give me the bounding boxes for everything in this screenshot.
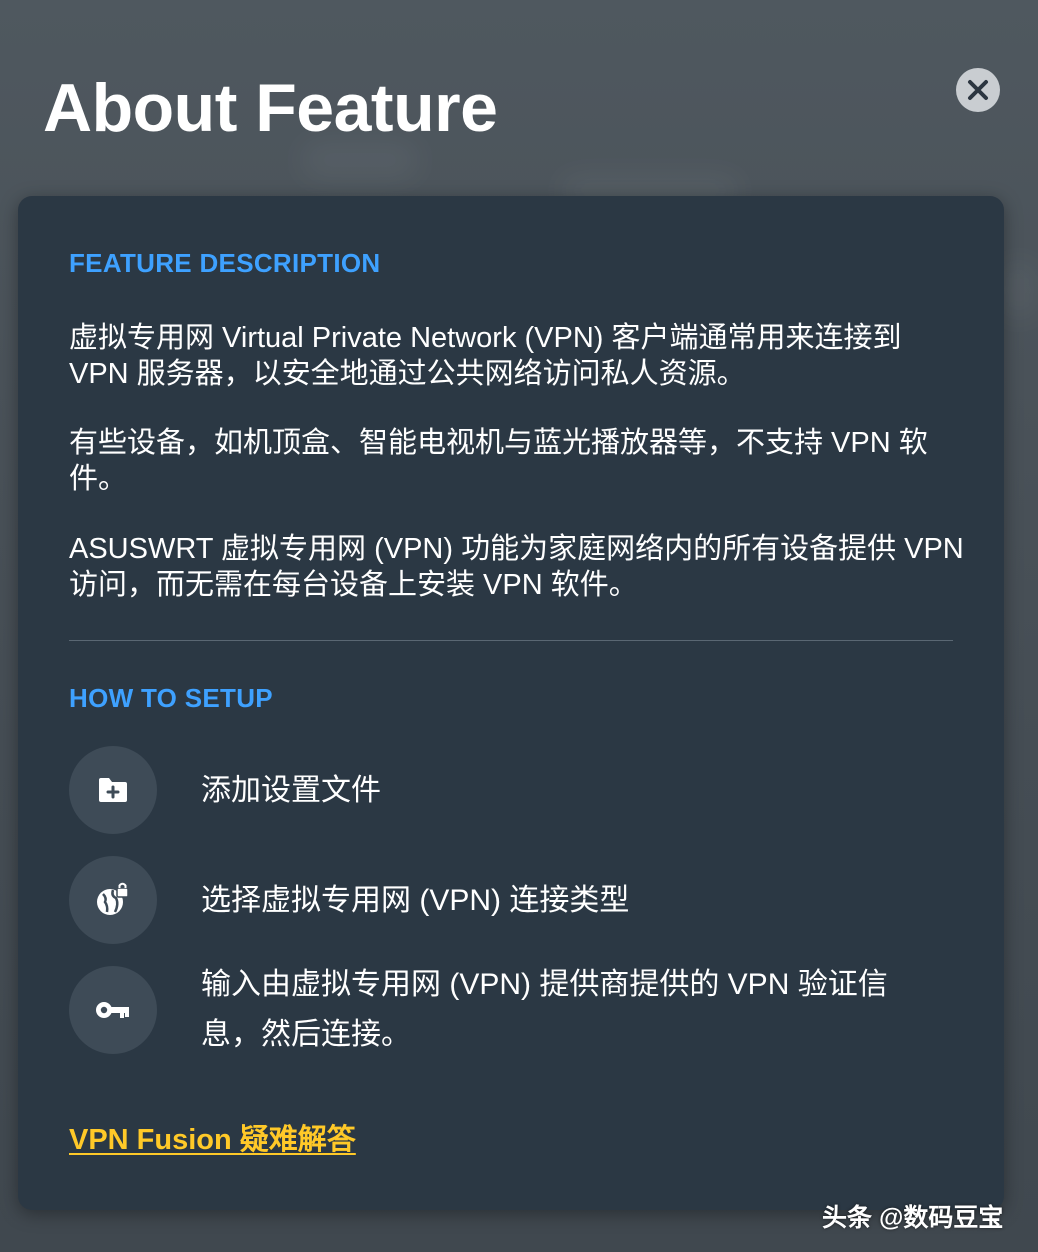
- close-icon: [968, 80, 988, 100]
- globe-lock-icon: [97, 882, 129, 915]
- step-3-icon-circle: [69, 966, 157, 1054]
- about-feature-card: FEATURE DESCRIPTION 虚拟专用网 Virtual Privat…: [18, 196, 1004, 1210]
- background-blur: [1000, 260, 1038, 320]
- description-paragraph-2: 有些设备，如机顶盒、智能电视机与蓝光播放器等，不支持 VPN 软件。: [69, 427, 928, 495]
- step-3-text: 输入由虚拟专用网 (VPN) 提供商提供的 VPN 验证信息，然后连接。: [201, 968, 888, 1051]
- section-divider: [69, 640, 953, 641]
- watermark: 头条 @数码豆宝: [822, 1204, 1004, 1232]
- how-to-setup-heading: HOW TO SETUP: [69, 683, 273, 713]
- close-button[interactable]: [956, 68, 1000, 112]
- step-2-text: 选择虚拟专用网 (VPN) 连接类型: [201, 884, 630, 917]
- step-1-text: 添加设置文件: [201, 774, 381, 807]
- step-2-icon-circle: [69, 856, 157, 944]
- folder-add-icon: [99, 778, 127, 802]
- page-title: About Feature: [43, 70, 498, 146]
- description-paragraph-1: 虚拟专用网 Virtual Private Network (VPN) 客户端通…: [69, 322, 902, 390]
- step-1-icon-circle: [69, 746, 157, 834]
- description-paragraph-3: ASUSWRT 虚拟专用网 (VPN) 功能为家庭网络内的所有设备提供 VPN …: [69, 533, 964, 601]
- vpn-fusion-faq-link[interactable]: VPN Fusion 疑难解答: [69, 1116, 356, 1158]
- key-icon: [96, 1002, 129, 1018]
- feature-description-heading: FEATURE DESCRIPTION: [69, 248, 381, 278]
